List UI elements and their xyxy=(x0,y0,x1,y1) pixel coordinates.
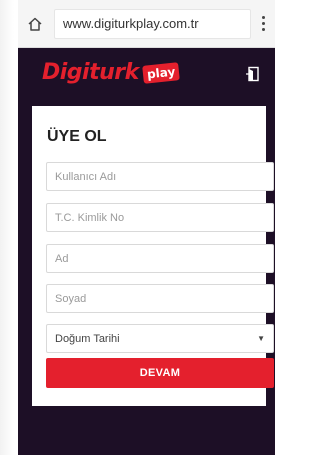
home-icon xyxy=(28,17,42,31)
address-bar[interactable]: www.digiturkplay.com.tr xyxy=(54,8,251,39)
logo-play-badge: play xyxy=(141,61,180,84)
login-icon[interactable] xyxy=(245,66,261,82)
logo-wordmark: Digiturk xyxy=(42,60,139,85)
birthdate-select[interactable]: Doğum Tarihi ▼ xyxy=(46,324,274,353)
signup-title: ÜYE OL xyxy=(47,128,107,145)
page: www.digiturkplay.com.tr Digiturk play ÜY… xyxy=(0,0,275,455)
url-text: www.digiturkplay.com.tr xyxy=(63,16,199,31)
digiturk-play-logo[interactable]: Digiturk play xyxy=(42,60,180,85)
site-header: Digiturk play xyxy=(18,48,275,100)
site-content: Digiturk play ÜYE OL Doğum Tarihi ▼ DEVA… xyxy=(18,48,275,455)
more-vertical-icon xyxy=(261,16,265,31)
first-name-field[interactable] xyxy=(46,244,274,273)
browser-menu-button[interactable] xyxy=(251,0,275,48)
caret-down-icon: ▼ xyxy=(257,334,265,343)
signup-card: ÜYE OL Doğum Tarihi ▼ DEVAM xyxy=(32,106,274,406)
tc-id-field[interactable] xyxy=(46,203,274,232)
home-button[interactable] xyxy=(18,0,52,48)
birthdate-select-label: Doğum Tarihi xyxy=(55,332,120,345)
browser-toolbar: www.digiturkplay.com.tr xyxy=(18,0,275,48)
last-name-field[interactable] xyxy=(46,284,274,313)
username-field[interactable] xyxy=(46,162,274,191)
continue-button[interactable]: DEVAM xyxy=(46,358,274,388)
